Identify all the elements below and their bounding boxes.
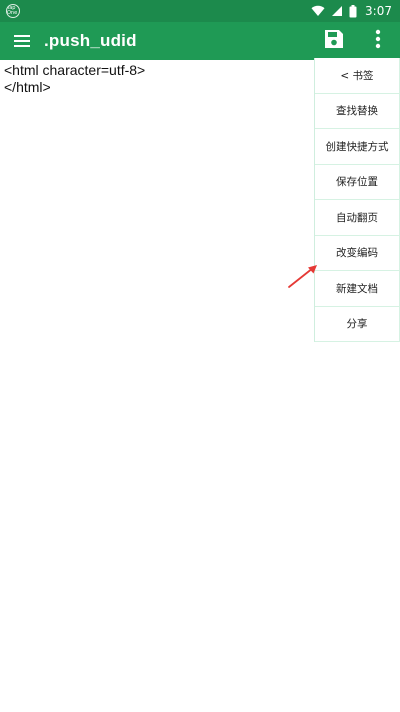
menu-item-new-document[interactable]: 新建文档 xyxy=(315,271,400,307)
menu-item-change-encoding[interactable]: 改变编码 xyxy=(315,235,400,271)
menu-item-save-location[interactable]: 保存位置 xyxy=(315,164,400,200)
text-editor[interactable]: <html character=utf-8> </html> xyxy=(4,62,304,96)
save-icon xyxy=(324,29,344,53)
file-title: .push_udid xyxy=(44,31,137,50)
menu-button[interactable] xyxy=(2,22,42,60)
status-bar: Tap One 3:07 xyxy=(0,0,400,22)
battery-icon xyxy=(349,4,357,18)
red-arrow-annotation-icon xyxy=(288,265,317,288)
menu-item-find-replace[interactable]: 查找替换 xyxy=(315,93,400,129)
wifi-icon xyxy=(311,5,325,17)
app-notification-icon: Tap One xyxy=(6,4,20,18)
signal-icon xyxy=(331,5,343,17)
more-vertical-icon xyxy=(375,29,381,53)
more-options-button[interactable] xyxy=(356,22,400,60)
app-toolbar: .push_udid xyxy=(0,22,400,60)
save-button[interactable] xyxy=(312,22,356,60)
menu-item-share[interactable]: 分享 xyxy=(315,306,400,342)
side-options-menu: < 书签 查找替换 创建快捷方式 保存位置 自动翻页 改变编码 新建文档 分享 xyxy=(314,58,400,342)
status-time: 3:07 xyxy=(365,4,392,18)
app-badge-text: Tap One xyxy=(7,5,18,16)
menu-item-bookmarks[interactable]: < 书签 xyxy=(315,58,400,94)
menu-item-auto-page-turn[interactable]: 自动翻页 xyxy=(315,200,400,236)
menu-item-create-shortcut[interactable]: 创建快捷方式 xyxy=(315,129,400,165)
menu-icon xyxy=(14,32,30,51)
